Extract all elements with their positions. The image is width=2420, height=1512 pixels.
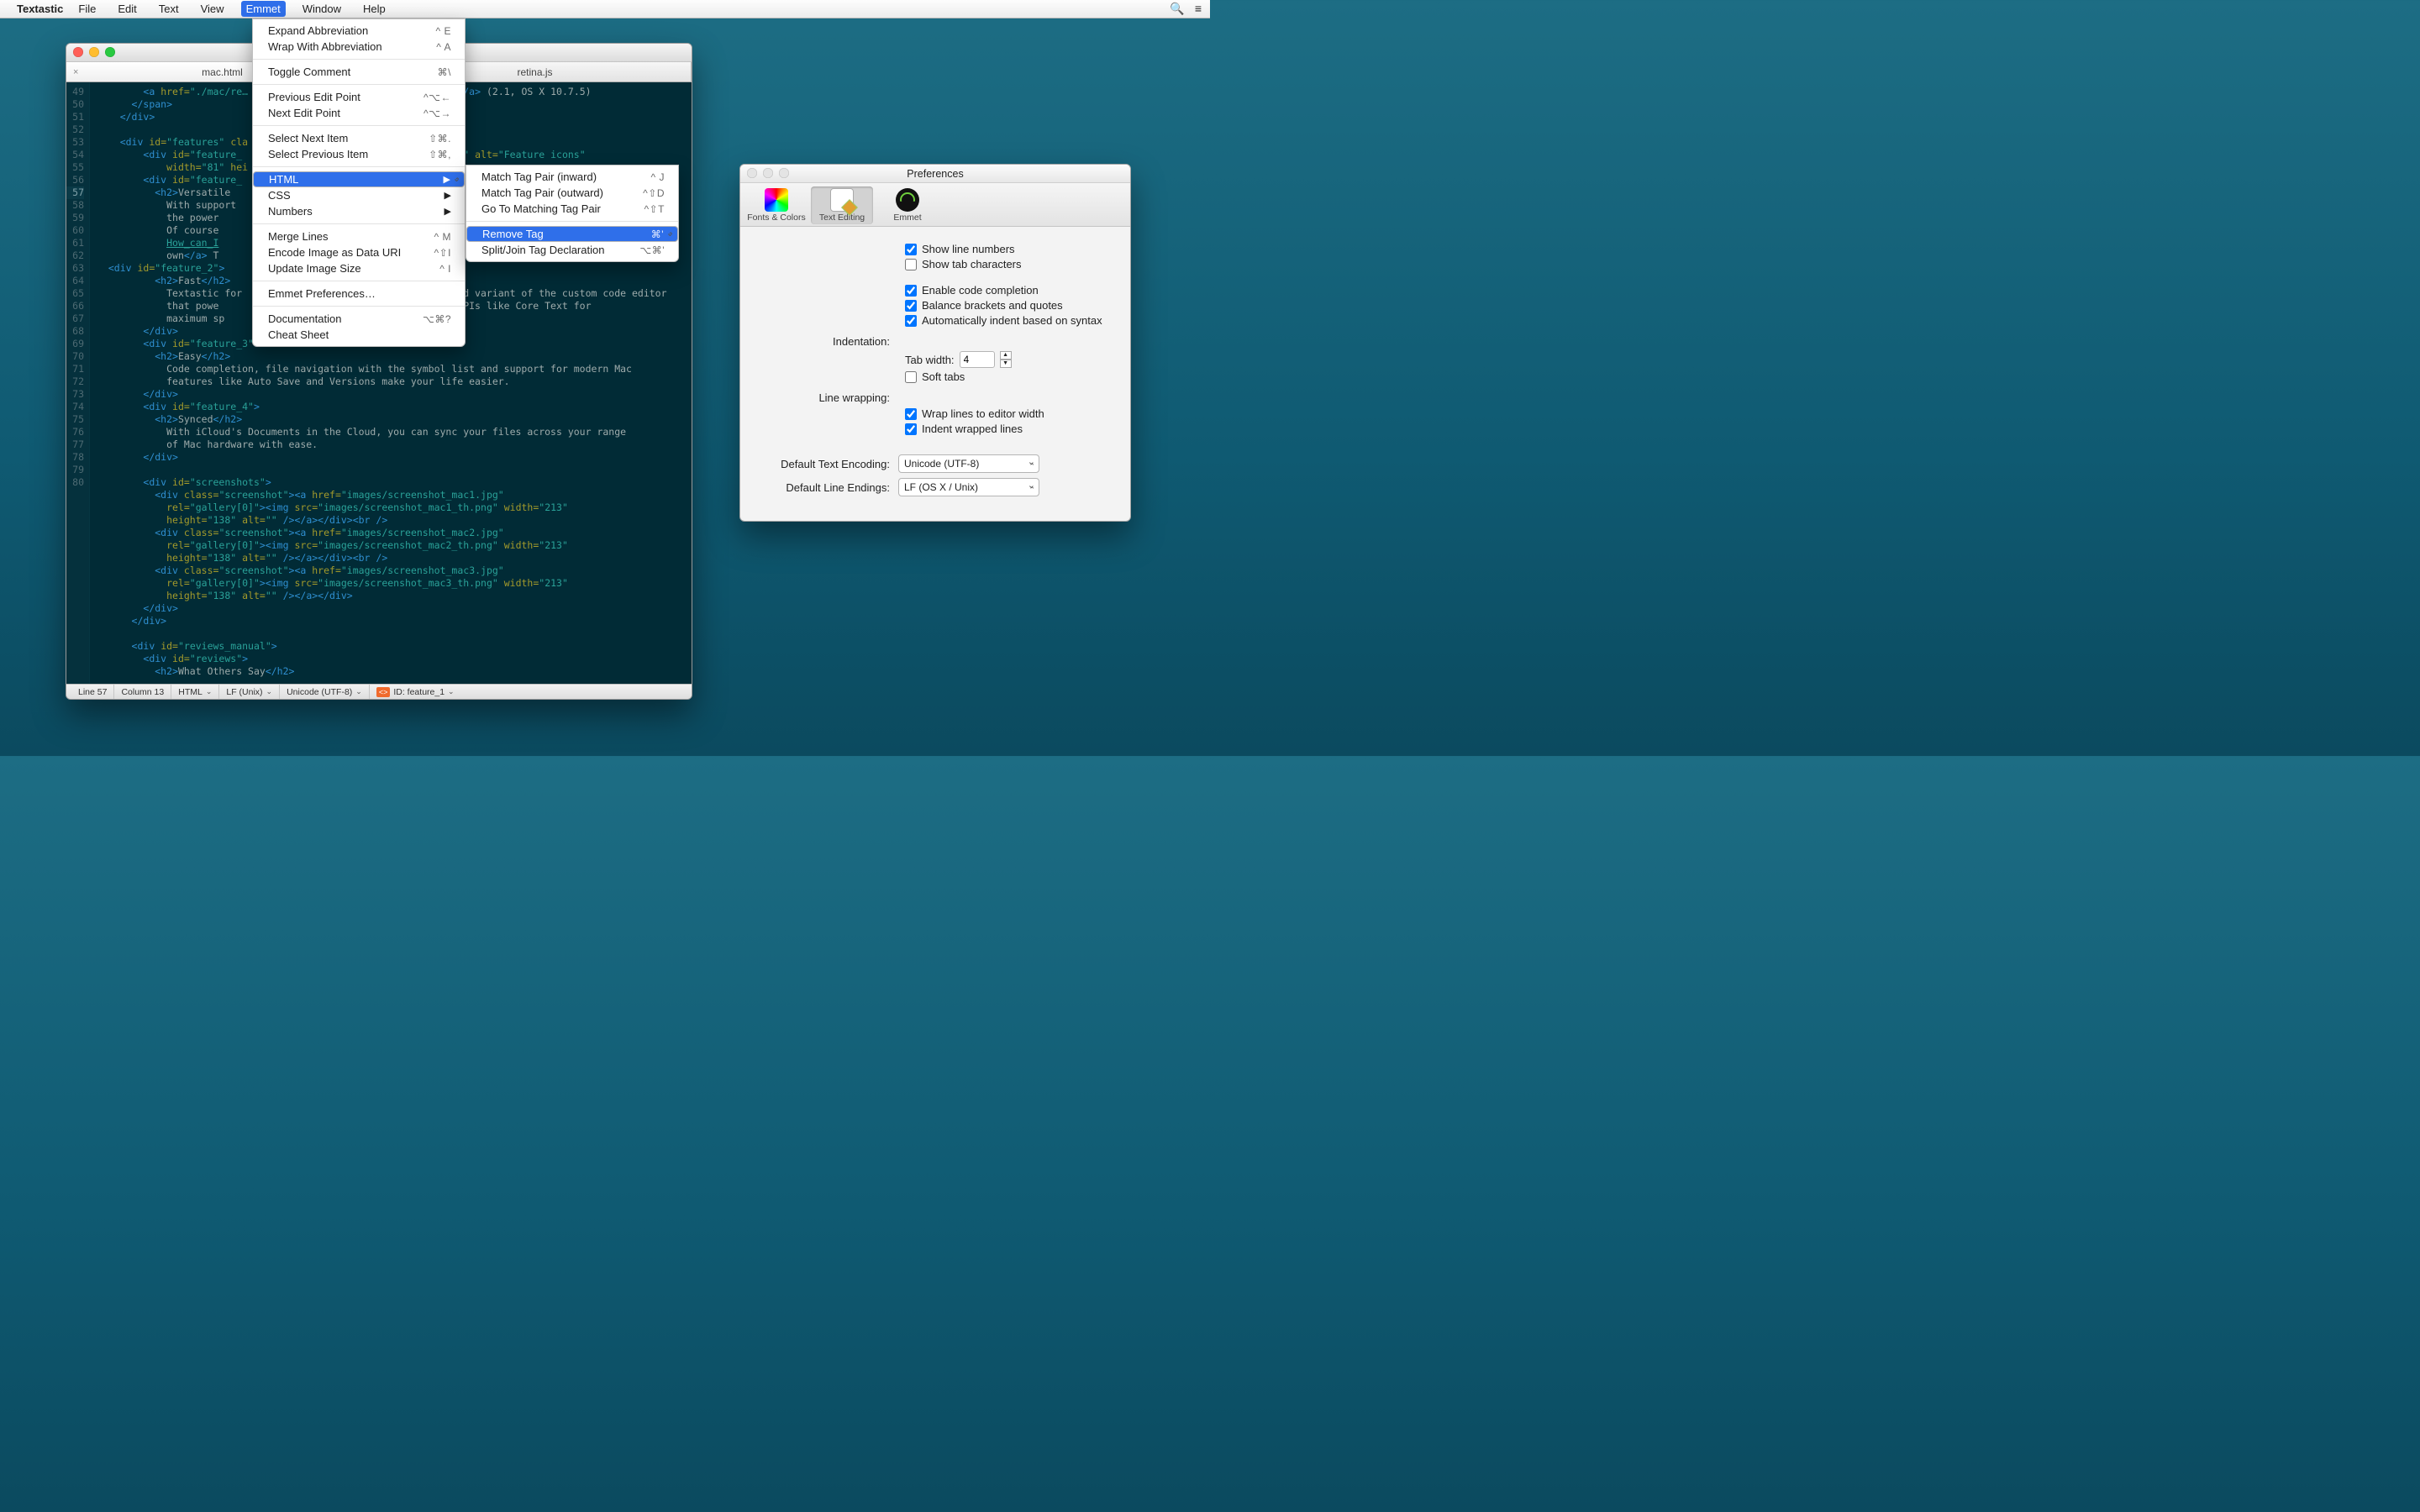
menu-item[interactable]: Select Next Item⇧⌘. xyxy=(253,130,465,146)
check-balance[interactable]: Balance brackets and quotes xyxy=(905,299,1113,312)
check-indent-wrapped[interactable]: Indent wrapped lines xyxy=(905,423,1113,435)
menu-item[interactable]: Wrap With Abbreviation^ A xyxy=(253,39,465,55)
endings-label: Default Line Endings: xyxy=(757,481,898,494)
close-icon[interactable] xyxy=(747,168,757,178)
check-wrap[interactable]: Wrap lines to editor width xyxy=(905,407,1113,420)
menu-item[interactable]: Go To Matching Tag Pair^⇧T xyxy=(466,201,678,217)
notification-center-icon[interactable]: ≡ xyxy=(1195,2,1202,16)
prefs-tab-fonts-colors[interactable]: Fonts & Colors xyxy=(745,186,808,224)
prefs-title: Preferences xyxy=(907,168,963,180)
status-lang[interactable]: HTML ⌄ xyxy=(171,685,219,699)
menu-text[interactable]: Text xyxy=(154,1,184,17)
minimize-icon[interactable] xyxy=(763,168,773,178)
menu-file[interactable]: File xyxy=(73,1,101,17)
app-name[interactable]: Textastic xyxy=(17,3,63,15)
status-symbol[interactable]: <>ID: feature_1 ⌄ xyxy=(370,685,461,699)
tab-close-icon[interactable]: × xyxy=(73,67,78,77)
menu-edit[interactable]: Edit xyxy=(113,1,141,17)
menu-view[interactable]: View xyxy=(196,1,229,17)
status-encoding[interactable]: Unicode (UTF-8) ⌄ xyxy=(280,685,370,699)
menu-item[interactable]: Merge Lines^ M xyxy=(253,228,465,244)
menubar-tray: 🔍 ≡ xyxy=(1170,2,1202,16)
minimize-icon[interactable] xyxy=(89,47,99,57)
tab-width-stepper[interactable]: ▲▼ xyxy=(1000,351,1012,368)
check-tab-chars[interactable]: Show tab characters xyxy=(905,258,1113,270)
zoom-icon[interactable] xyxy=(779,168,789,178)
check-line-numbers[interactable]: Show line numbers xyxy=(905,243,1113,255)
menu-item[interactable]: Previous Edit Point^⌥← xyxy=(253,89,465,105)
status-line: Line 57 xyxy=(71,685,114,699)
menu-item[interactable]: Expand Abbreviation^ E xyxy=(253,23,465,39)
fonts-colors-icon xyxy=(765,188,788,212)
status-bar: Line 57 Column 13 HTML ⌄ LF (Unix) ⌄ Uni… xyxy=(66,684,692,699)
menu-item[interactable]: Select Previous Item⇧⌘, xyxy=(253,146,465,162)
emmet-html-submenu: Match Tag Pair (inward)^ JMatch Tag Pair… xyxy=(466,165,679,262)
tab-width-label: Tab width: xyxy=(905,354,955,366)
prefs-tab-text-editing[interactable]: Text Editing xyxy=(811,186,873,224)
menu-item[interactable]: Encode Image as Data URI^⇧I xyxy=(253,244,465,260)
status-line-endings[interactable]: LF (Unix) ⌄ xyxy=(219,685,280,699)
preferences-window: Preferences Fonts & Colors Text Editing … xyxy=(739,164,1131,522)
prefs-titlebar[interactable]: Preferences xyxy=(740,165,1130,183)
check-soft-tabs[interactable]: Soft tabs xyxy=(905,370,1113,383)
menu-item[interactable]: Split/Join Tag Declaration⌥⌘' xyxy=(466,242,678,258)
menu-window[interactable]: Window xyxy=(297,1,346,17)
menu-item[interactable]: Next Edit Point^⌥→ xyxy=(253,105,465,121)
menu-item[interactable]: Match Tag Pair (inward)^ J xyxy=(466,169,678,185)
prefs-body: Show line numbers Show tab characters En… xyxy=(740,227,1130,512)
encoding-label: Default Text Encoding: xyxy=(757,458,898,470)
check-auto-indent[interactable]: Automatically indent based on syntax xyxy=(905,314,1113,327)
status-col: Column 13 xyxy=(114,685,171,699)
tab-width-input[interactable] xyxy=(960,351,995,368)
menu-item[interactable]: Match Tag Pair (outward)^⇧D xyxy=(466,185,678,201)
menu-item[interactable]: HTML▶ xyxy=(253,171,465,187)
menu-emmet[interactable]: Emmet xyxy=(241,1,286,17)
menu-item[interactable]: Update Image Size^ I xyxy=(253,260,465,276)
menu-item[interactable]: Toggle Comment⌘\ xyxy=(253,64,465,80)
emmet-dropdown: Expand Abbreviation^ EWrap With Abbrevia… xyxy=(252,18,466,347)
emmet-icon xyxy=(896,188,919,212)
zoom-icon[interactable] xyxy=(105,47,115,57)
menu-item[interactable]: CSS▶ xyxy=(253,187,465,203)
endings-select[interactable]: LF (OS X / Unix) xyxy=(898,478,1039,496)
menu-item[interactable]: Cheat Sheet xyxy=(253,327,465,343)
close-icon[interactable] xyxy=(73,47,83,57)
menu-item[interactable]: Numbers▶ xyxy=(253,203,465,219)
indentation-label: Indentation: xyxy=(757,335,898,348)
text-editing-icon xyxy=(830,188,854,212)
menu-help[interactable]: Help xyxy=(358,1,391,17)
wrap-label: Line wrapping: xyxy=(757,391,898,404)
menu-item[interactable]: Documentation⌥⌘? xyxy=(253,311,465,327)
menu-item[interactable]: Emmet Preferences… xyxy=(253,286,465,302)
encoding-select[interactable]: Unicode (UTF-8) xyxy=(898,454,1039,473)
menu-item[interactable]: Remove Tag⌘' xyxy=(466,226,678,242)
check-code-completion[interactable]: Enable code completion xyxy=(905,284,1113,297)
line-gutter: 4950515253545556575859606162636465666768… xyxy=(66,82,90,684)
prefs-toolbar: Fonts & Colors Text Editing Emmet xyxy=(740,183,1130,227)
prefs-tab-emmet[interactable]: Emmet xyxy=(876,186,939,224)
menubar: Textastic File Edit Text View Emmet Wind… xyxy=(0,0,1210,18)
spotlight-icon[interactable]: 🔍 xyxy=(1170,2,1184,16)
